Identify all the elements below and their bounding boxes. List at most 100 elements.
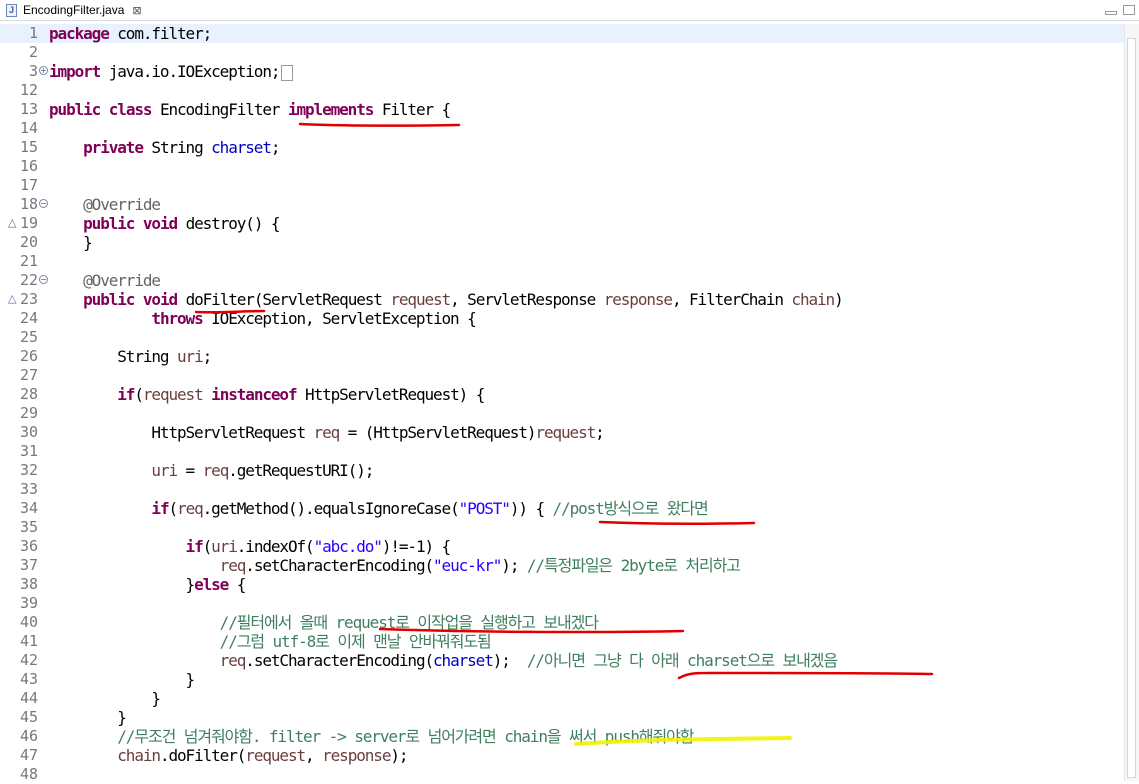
- code-text: }: [49, 708, 127, 727]
- code-line[interactable]: 16: [0, 157, 1124, 176]
- vertical-scrollbar[interactable]: [1124, 24, 1139, 781]
- code-token: com.filter;: [108, 24, 212, 43]
- code-line[interactable]: 30 HttpServletRequest req = (HttpServlet…: [0, 423, 1124, 442]
- code-token: "POST": [458, 499, 511, 518]
- minimize-icon[interactable]: [1105, 11, 1117, 15]
- code-token: ;: [270, 138, 281, 157]
- code-line[interactable]: 42 req.setCharacterEncoding(charset); //…: [0, 651, 1124, 670]
- code-token: class: [108, 100, 153, 119]
- code-line[interactable]: 3 + import java.io.IOException;: [0, 62, 1124, 81]
- code-editor[interactable]: 1 package com.filter; 2 3 + import java.io.IO…: [0, 24, 1139, 784]
- code-token: }: [49, 233, 93, 252]
- code-line[interactable]: 13 public class EncodingFilter implements…: [0, 100, 1124, 119]
- code-line[interactable]: 32 uri = req.getRequestURI();: [0, 461, 1124, 480]
- code-token: //그럼 utf-8로 이제 맨날 안바꿔줘도됨: [219, 632, 492, 651]
- fold-collapse-icon[interactable]: −: [39, 275, 48, 284]
- close-tab-icon[interactable]: ⊠: [132, 4, 141, 17]
- line-number: 30: [19, 423, 38, 441]
- code-line[interactable]: 1 package com.filter;: [0, 24, 1124, 43]
- code-token: }: [49, 689, 161, 708]
- editor-tab-bar: J EncodingFilter.java ⊠: [0, 0, 1139, 21]
- code-token: charset: [211, 138, 272, 157]
- code-line[interactable]: 18− @Override: [0, 195, 1124, 214]
- code-line[interactable]: 27: [0, 366, 1124, 385]
- code-token: }: [49, 670, 196, 689]
- code-line[interactable]: 15 private String charset;: [0, 138, 1124, 157]
- line-number: 21: [19, 252, 38, 270]
- code-line[interactable]: 48: [0, 765, 1124, 784]
- code-line[interactable]: 35: [0, 518, 1124, 537]
- line-number: 31: [19, 442, 38, 460]
- code-line[interactable]: 29: [0, 404, 1124, 423]
- line-number: 26: [19, 347, 38, 365]
- code-token: = (HttpServletRequest): [339, 423, 537, 442]
- code-line[interactable]: 2: [0, 43, 1124, 62]
- code-line[interactable]: 26 String uri;: [0, 347, 1124, 366]
- code-token: req: [313, 423, 341, 442]
- code-line[interactable]: 43 }: [0, 670, 1124, 689]
- code-line[interactable]: 41 //그럼 utf-8로 이제 맨날 안바꿔줘도됨: [0, 632, 1124, 651]
- code-line[interactable]: 19 △ public void destroy() {: [0, 214, 1124, 233]
- code-token: , ServletResponse: [450, 290, 604, 309]
- fold-expand-icon[interactable]: +: [39, 66, 48, 75]
- code-token: uri: [151, 461, 178, 480]
- code-line[interactable]: 44 }: [0, 689, 1124, 708]
- code-token: //특정파일은 2byte로 처리하고: [526, 556, 741, 575]
- code-text: if(uri.indexOf("abc.do")!=-1) {: [49, 537, 452, 556]
- code-line[interactable]: 46 //무조건 넘겨줘야함. filter -> server로 넘어가려면 …: [0, 727, 1124, 746]
- code-line[interactable]: 23 △ public void doFilter(ServletRequest …: [0, 290, 1124, 309]
- code-token: req: [219, 556, 247, 575]
- code-text: chain.doFilter(request, response);: [49, 746, 408, 765]
- code-line[interactable]: 38 }else {: [0, 575, 1124, 594]
- scrollbar-thumb[interactable]: [1127, 38, 1136, 778]
- line-number: 46: [19, 727, 38, 745]
- code-token: );: [501, 556, 527, 575]
- code-token: EncodingFilter: [151, 100, 288, 119]
- code-token: else: [194, 575, 229, 594]
- code-token: package: [49, 24, 110, 43]
- editor-tab[interactable]: J EncodingFilter.java ⊠: [6, 0, 142, 20]
- line-number: 24: [19, 309, 38, 327]
- code-line[interactable]: 21: [0, 252, 1124, 271]
- code-line[interactable]: 31: [0, 442, 1124, 461]
- code-line[interactable]: 34 if(req.getMethod().equalsIgnoreCase("…: [0, 499, 1124, 518]
- code-line[interactable]: 14: [0, 119, 1124, 138]
- fold-collapse-icon[interactable]: −: [39, 199, 48, 208]
- code-line[interactable]: 22− @Override: [0, 271, 1124, 290]
- code-text: public void destroy() {: [49, 214, 280, 233]
- code-line[interactable]: 20 }: [0, 233, 1124, 252]
- code-text: //그럼 utf-8로 이제 맨날 안바꿔줘도됨: [49, 632, 492, 651]
- code-line[interactable]: 24 throws IOException, ServletException …: [0, 309, 1124, 328]
- collapsed-imports-icon[interactable]: [281, 64, 294, 81]
- code-token: (: [202, 537, 213, 556]
- code-token: req: [202, 461, 230, 480]
- code-token: java.io.IOException;: [100, 62, 281, 81]
- code-token: @Override: [83, 271, 161, 290]
- code-line[interactable]: 33: [0, 480, 1124, 499]
- code-line[interactable]: 25: [0, 328, 1124, 347]
- code-line[interactable]: 39: [0, 594, 1124, 613]
- code-line[interactable]: 12: [0, 81, 1124, 100]
- code-token: public: [83, 214, 135, 233]
- code-token: doFilter(ServletRequest: [177, 290, 391, 309]
- code-text: uri = req.getRequestURI();: [49, 461, 374, 480]
- line-number: 41: [19, 632, 38, 650]
- code-line[interactable]: 28 if(request instanceof HttpServletRequ…: [0, 385, 1124, 404]
- code-line[interactable]: 40 //필터에서 올때 request로 이작업을 실행하고 보내겠다: [0, 613, 1124, 632]
- code-line[interactable]: 45 }: [0, 708, 1124, 727]
- code-line[interactable]: 36 if(uri.indexOf("abc.do")!=-1) {: [0, 537, 1124, 556]
- line-number: 39: [19, 594, 38, 612]
- code-text: req.setCharacterEncoding("euc-kr"); //특정…: [49, 556, 741, 575]
- code-text: }: [49, 670, 196, 689]
- code-line[interactable]: 47 chain.doFilter(request, response);: [0, 746, 1124, 765]
- maximize-icon[interactable]: [1123, 5, 1135, 15]
- code-line[interactable]: 17: [0, 176, 1124, 195]
- code-token: .doFilter(: [159, 746, 246, 765]
- code-line[interactable]: 37 req.setCharacterEncoding("euc-kr"); /…: [0, 556, 1124, 575]
